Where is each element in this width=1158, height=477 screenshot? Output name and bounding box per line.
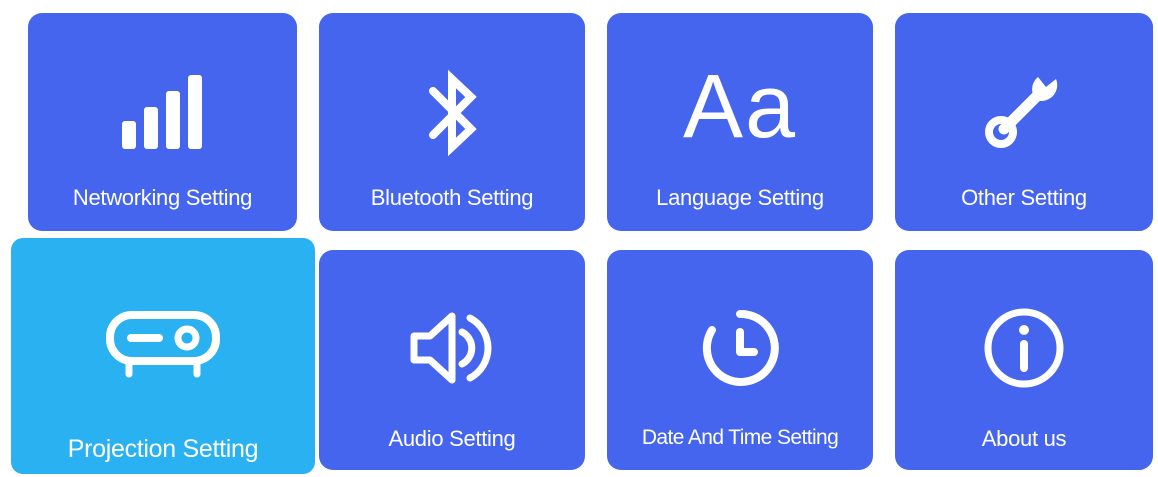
projection-setting-tile[interactable]: Projection Setting xyxy=(11,238,315,474)
tile-label: Date And Time Setting xyxy=(641,426,839,449)
networking-setting-tile[interactable]: Networking Setting xyxy=(28,13,297,231)
tile-label: Projection Setting xyxy=(67,435,259,463)
font-aa-glyph: Aa xyxy=(682,57,798,157)
projector-icon xyxy=(11,310,315,380)
tile-label: Networking Setting xyxy=(72,185,253,210)
speaker-icon xyxy=(319,308,585,388)
bluetooth-icon xyxy=(319,65,585,161)
about-us-tile[interactable]: About us xyxy=(895,250,1153,470)
info-icon xyxy=(895,306,1153,390)
bluetooth-setting-tile[interactable]: Bluetooth Setting xyxy=(319,13,585,231)
clock-icon xyxy=(607,308,873,388)
tile-label: About us xyxy=(981,426,1067,451)
language-setting-tile[interactable]: Aa Language Setting xyxy=(607,13,873,231)
audio-setting-tile[interactable]: Audio Setting xyxy=(319,250,585,470)
tile-label: Bluetooth Setting xyxy=(370,185,534,210)
tile-label: Other Setting xyxy=(961,185,1087,210)
signal-bars-icon xyxy=(28,73,297,151)
tile-label: Language Setting xyxy=(656,185,824,210)
font-aa-icon: Aa xyxy=(607,57,873,157)
date-and-time-setting-tile[interactable]: Date And Time Setting xyxy=(607,250,873,470)
other-setting-tile[interactable]: Other Setting xyxy=(895,13,1153,231)
tile-label: Audio Setting xyxy=(388,426,516,451)
wrench-icon xyxy=(895,67,1153,151)
